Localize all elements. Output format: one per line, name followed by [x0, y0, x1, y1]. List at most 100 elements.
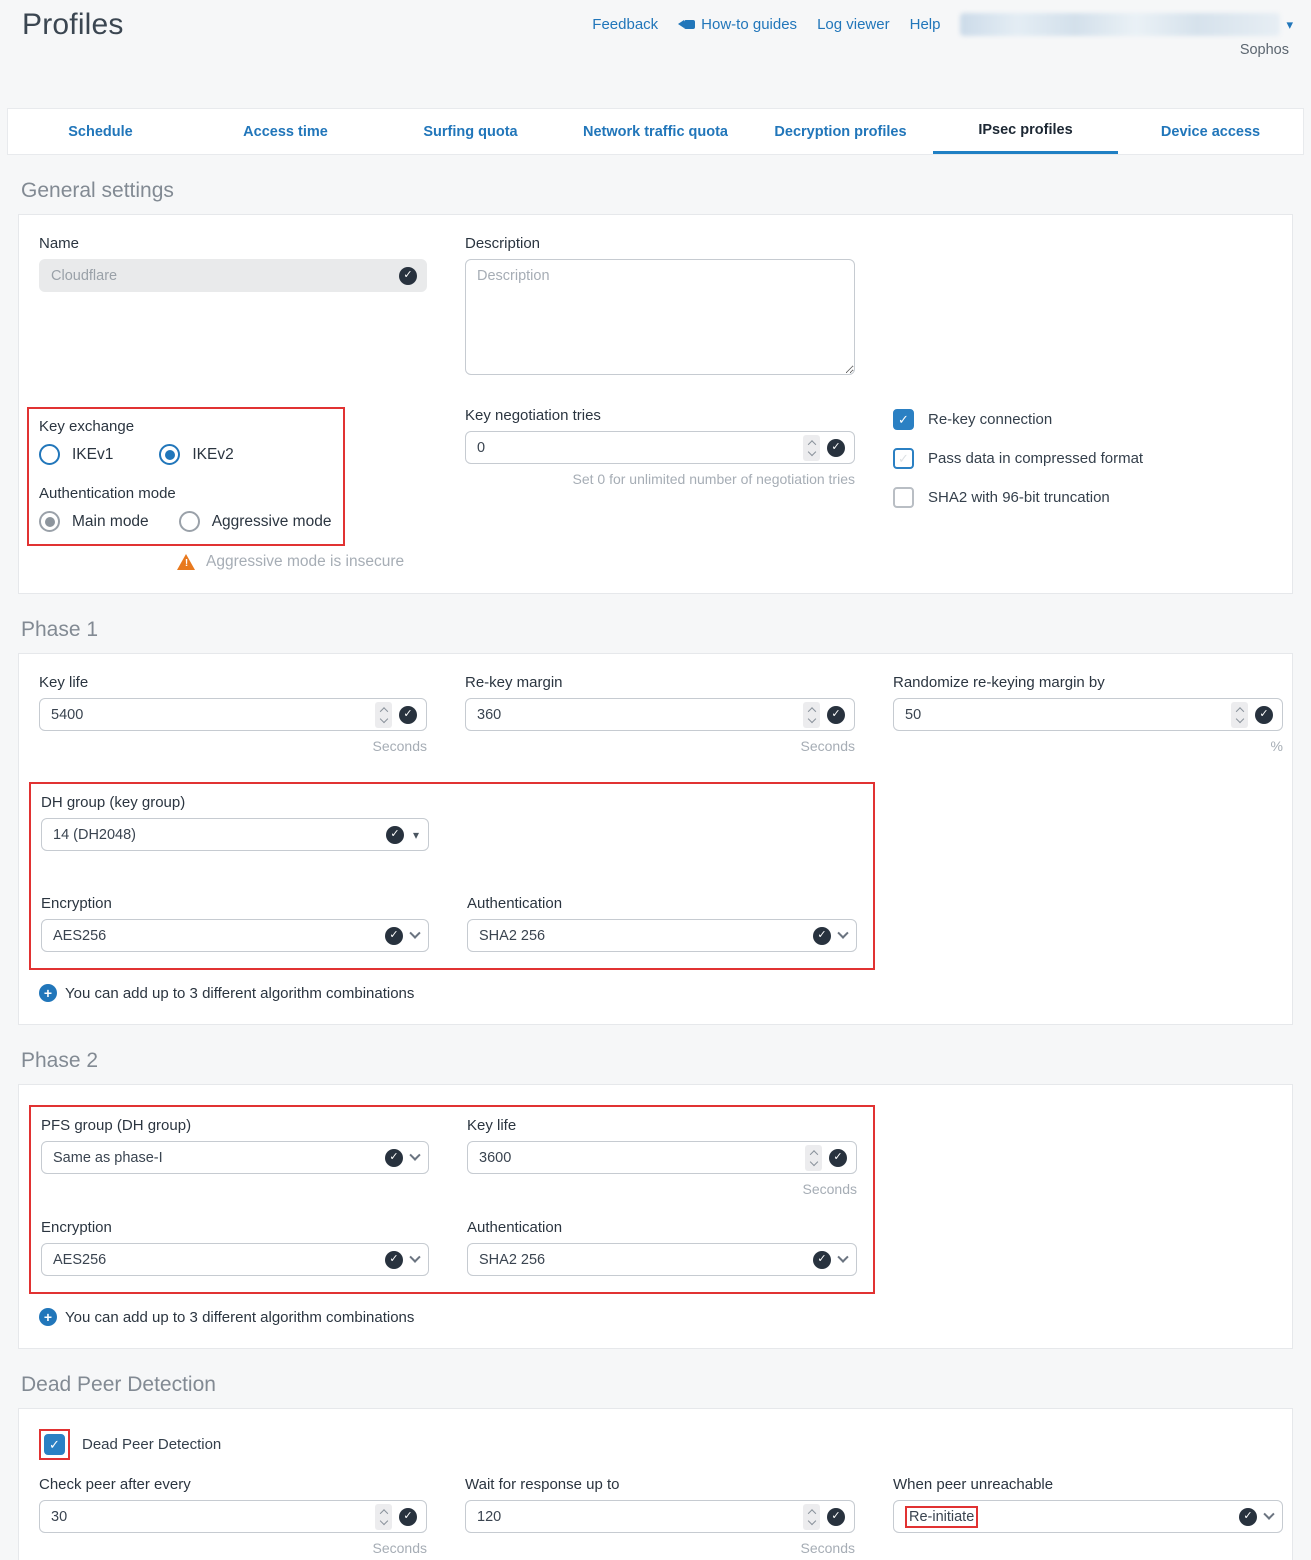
- header-links: Feedback How-to guides Log viewer Help ▾: [592, 13, 1293, 36]
- check-badge-icon: ✓: [385, 1251, 403, 1269]
- annotation-box-dpd-checkbox: ✓: [39, 1429, 70, 1460]
- unit-label: %: [893, 738, 1283, 754]
- p1-randomize-input[interactable]: [905, 707, 1224, 723]
- checkbox-compressed-format[interactable]: ✓ Pass data in compressed format: [893, 448, 1283, 469]
- name-input[interactable]: [51, 268, 392, 284]
- unit-label: Seconds: [465, 738, 855, 754]
- name-label: Name: [39, 235, 427, 252]
- plus-circle-icon[interactable]: +: [39, 984, 57, 1002]
- tab-network-traffic-quota[interactable]: Network traffic quota: [563, 109, 748, 154]
- p1-key-life-input[interactable]: [51, 707, 368, 723]
- p2-key-life-field[interactable]: ✓: [467, 1141, 857, 1174]
- p1-rekey-margin-field[interactable]: ✓: [465, 698, 855, 731]
- account-menu[interactable]: ▾: [960, 13, 1293, 36]
- feedback-link[interactable]: Feedback: [592, 16, 658, 33]
- p1-key-life-field[interactable]: ✓: [39, 698, 427, 731]
- key-negotiation-field[interactable]: ✓: [465, 431, 855, 464]
- radio-selected-icon: [159, 444, 180, 465]
- unit-label: Seconds: [39, 738, 427, 754]
- pfs-group-label: PFS group (DH group): [41, 1117, 429, 1134]
- number-stepper[interactable]: [803, 435, 820, 461]
- radio-icon: [39, 444, 60, 465]
- radio-aggressive-mode[interactable]: Aggressive mode: [179, 511, 332, 532]
- p2-key-life-label: Key life: [467, 1117, 857, 1134]
- key-negotiation-input[interactable]: [477, 440, 796, 456]
- number-stepper[interactable]: [805, 1145, 822, 1171]
- radio-ikev1[interactable]: IKEv1: [39, 444, 113, 465]
- checkbox-disabled-icon: ✓: [893, 487, 914, 508]
- account-name-redacted: [960, 13, 1280, 36]
- tab-surfing-quota[interactable]: Surfing quota: [378, 109, 563, 154]
- number-stepper[interactable]: [375, 1504, 392, 1530]
- p1-randomize-field[interactable]: ✓: [893, 698, 1283, 731]
- p1-rekey-margin-input[interactable]: [477, 707, 796, 723]
- tab-schedule[interactable]: Schedule: [8, 109, 193, 154]
- number-stepper[interactable]: [803, 702, 820, 728]
- chevron-down-icon: [837, 927, 848, 938]
- when-unreachable-select[interactable]: Re-initiate ✓: [893, 1500, 1283, 1533]
- p2-authentication-label: Authentication: [467, 1219, 857, 1236]
- number-stepper[interactable]: [1231, 702, 1248, 728]
- check-badge-icon: ✓: [386, 826, 404, 844]
- p1-authentication-select[interactable]: SHA2 256 ✓: [467, 919, 857, 952]
- p1-authentication-label: Authentication: [467, 895, 857, 912]
- p2-add-note: You can add up to 3 different algorithm …: [65, 1309, 414, 1326]
- aggressive-mode-warning: Aggressive mode is insecure: [206, 553, 404, 571]
- radio-selected-icon: [39, 511, 60, 532]
- brand-label: Sophos: [1240, 42, 1289, 58]
- page-title: Profiles: [22, 8, 124, 42]
- chevron-down-icon: [837, 1251, 848, 1262]
- check-peer-label: Check peer after every: [39, 1476, 427, 1493]
- general-settings-heading: General settings: [21, 179, 1311, 203]
- p2-encryption-label: Encryption: [41, 1219, 429, 1236]
- check-badge-icon: ✓: [813, 927, 831, 945]
- plus-circle-icon[interactable]: +: [39, 1308, 57, 1326]
- warning-triangle-icon: !: [177, 554, 196, 570]
- phase1-card: Key life ✓ Seconds Re-key margin ✓ Secon…: [18, 653, 1293, 1025]
- tab-bar: Schedule Access time Surfing quota Netwo…: [7, 108, 1304, 155]
- dpd-card: ✓ Dead Peer Detection Check peer after e…: [18, 1408, 1293, 1560]
- unit-label: Seconds: [465, 1540, 855, 1556]
- general-settings-card: Name ✓ Description Key exchange IKEv1: [18, 214, 1293, 594]
- help-link[interactable]: Help: [910, 16, 941, 33]
- p2-authentication-select[interactable]: SHA2 256 ✓: [467, 1243, 857, 1276]
- howto-guides-link[interactable]: How-to guides: [678, 16, 797, 33]
- wait-response-field[interactable]: ✓: [465, 1500, 855, 1533]
- auth-mode-label: Authentication mode: [39, 485, 331, 502]
- number-stepper[interactable]: [803, 1504, 820, 1530]
- p2-key-life-input[interactable]: [479, 1150, 798, 1166]
- tab-access-time[interactable]: Access time: [193, 109, 378, 154]
- name-field[interactable]: ✓: [39, 259, 427, 292]
- chevron-down-icon: [1263, 1508, 1274, 1519]
- pfs-group-select[interactable]: Same as phase-I ✓: [41, 1141, 429, 1174]
- tab-device-access[interactable]: Device access: [1118, 109, 1303, 154]
- check-badge-icon: ✓: [399, 1508, 417, 1526]
- check-badge-icon: ✓: [1239, 1508, 1257, 1526]
- checkbox-rekey-connection[interactable]: ✓ Re-key connection: [893, 409, 1283, 430]
- description-input[interactable]: [465, 259, 855, 375]
- annotation-box-key-exchange: Key exchange IKEv1 IKEv2 Authentication …: [27, 407, 345, 546]
- check-peer-input[interactable]: [51, 1509, 368, 1525]
- dh-group-select[interactable]: 14 (DH2048) ✓ ▾: [41, 818, 429, 851]
- wait-response-input[interactable]: [477, 1509, 796, 1525]
- checkbox-dpd[interactable]: ✓: [44, 1434, 65, 1455]
- dh-group-label: DH group (key group): [41, 794, 429, 811]
- number-stepper[interactable]: [375, 702, 392, 728]
- check-peer-field[interactable]: ✓: [39, 1500, 427, 1533]
- radio-ikev2[interactable]: IKEv2: [159, 444, 233, 465]
- unit-label: Seconds: [467, 1181, 857, 1197]
- p2-encryption-select[interactable]: AES256 ✓: [41, 1243, 429, 1276]
- checkbox-sha2-truncation[interactable]: ✓ SHA2 with 96-bit truncation: [893, 487, 1283, 508]
- p1-key-life-label: Key life: [39, 674, 427, 691]
- p1-encryption-select[interactable]: AES256 ✓: [41, 919, 429, 952]
- radio-main-mode[interactable]: Main mode: [39, 511, 149, 532]
- check-badge-icon: ✓: [813, 1251, 831, 1269]
- caret-down-icon: ▾: [1286, 18, 1293, 31]
- log-viewer-link[interactable]: Log viewer: [817, 16, 890, 33]
- tab-ipsec-profiles[interactable]: IPsec profiles: [933, 109, 1118, 154]
- tab-decryption-profiles[interactable]: Decryption profiles: [748, 109, 933, 154]
- check-badge-icon: ✓: [827, 439, 845, 457]
- unit-label: Seconds: [39, 1540, 427, 1556]
- phase1-heading: Phase 1: [21, 618, 1311, 642]
- chevron-down-icon: [409, 927, 420, 938]
